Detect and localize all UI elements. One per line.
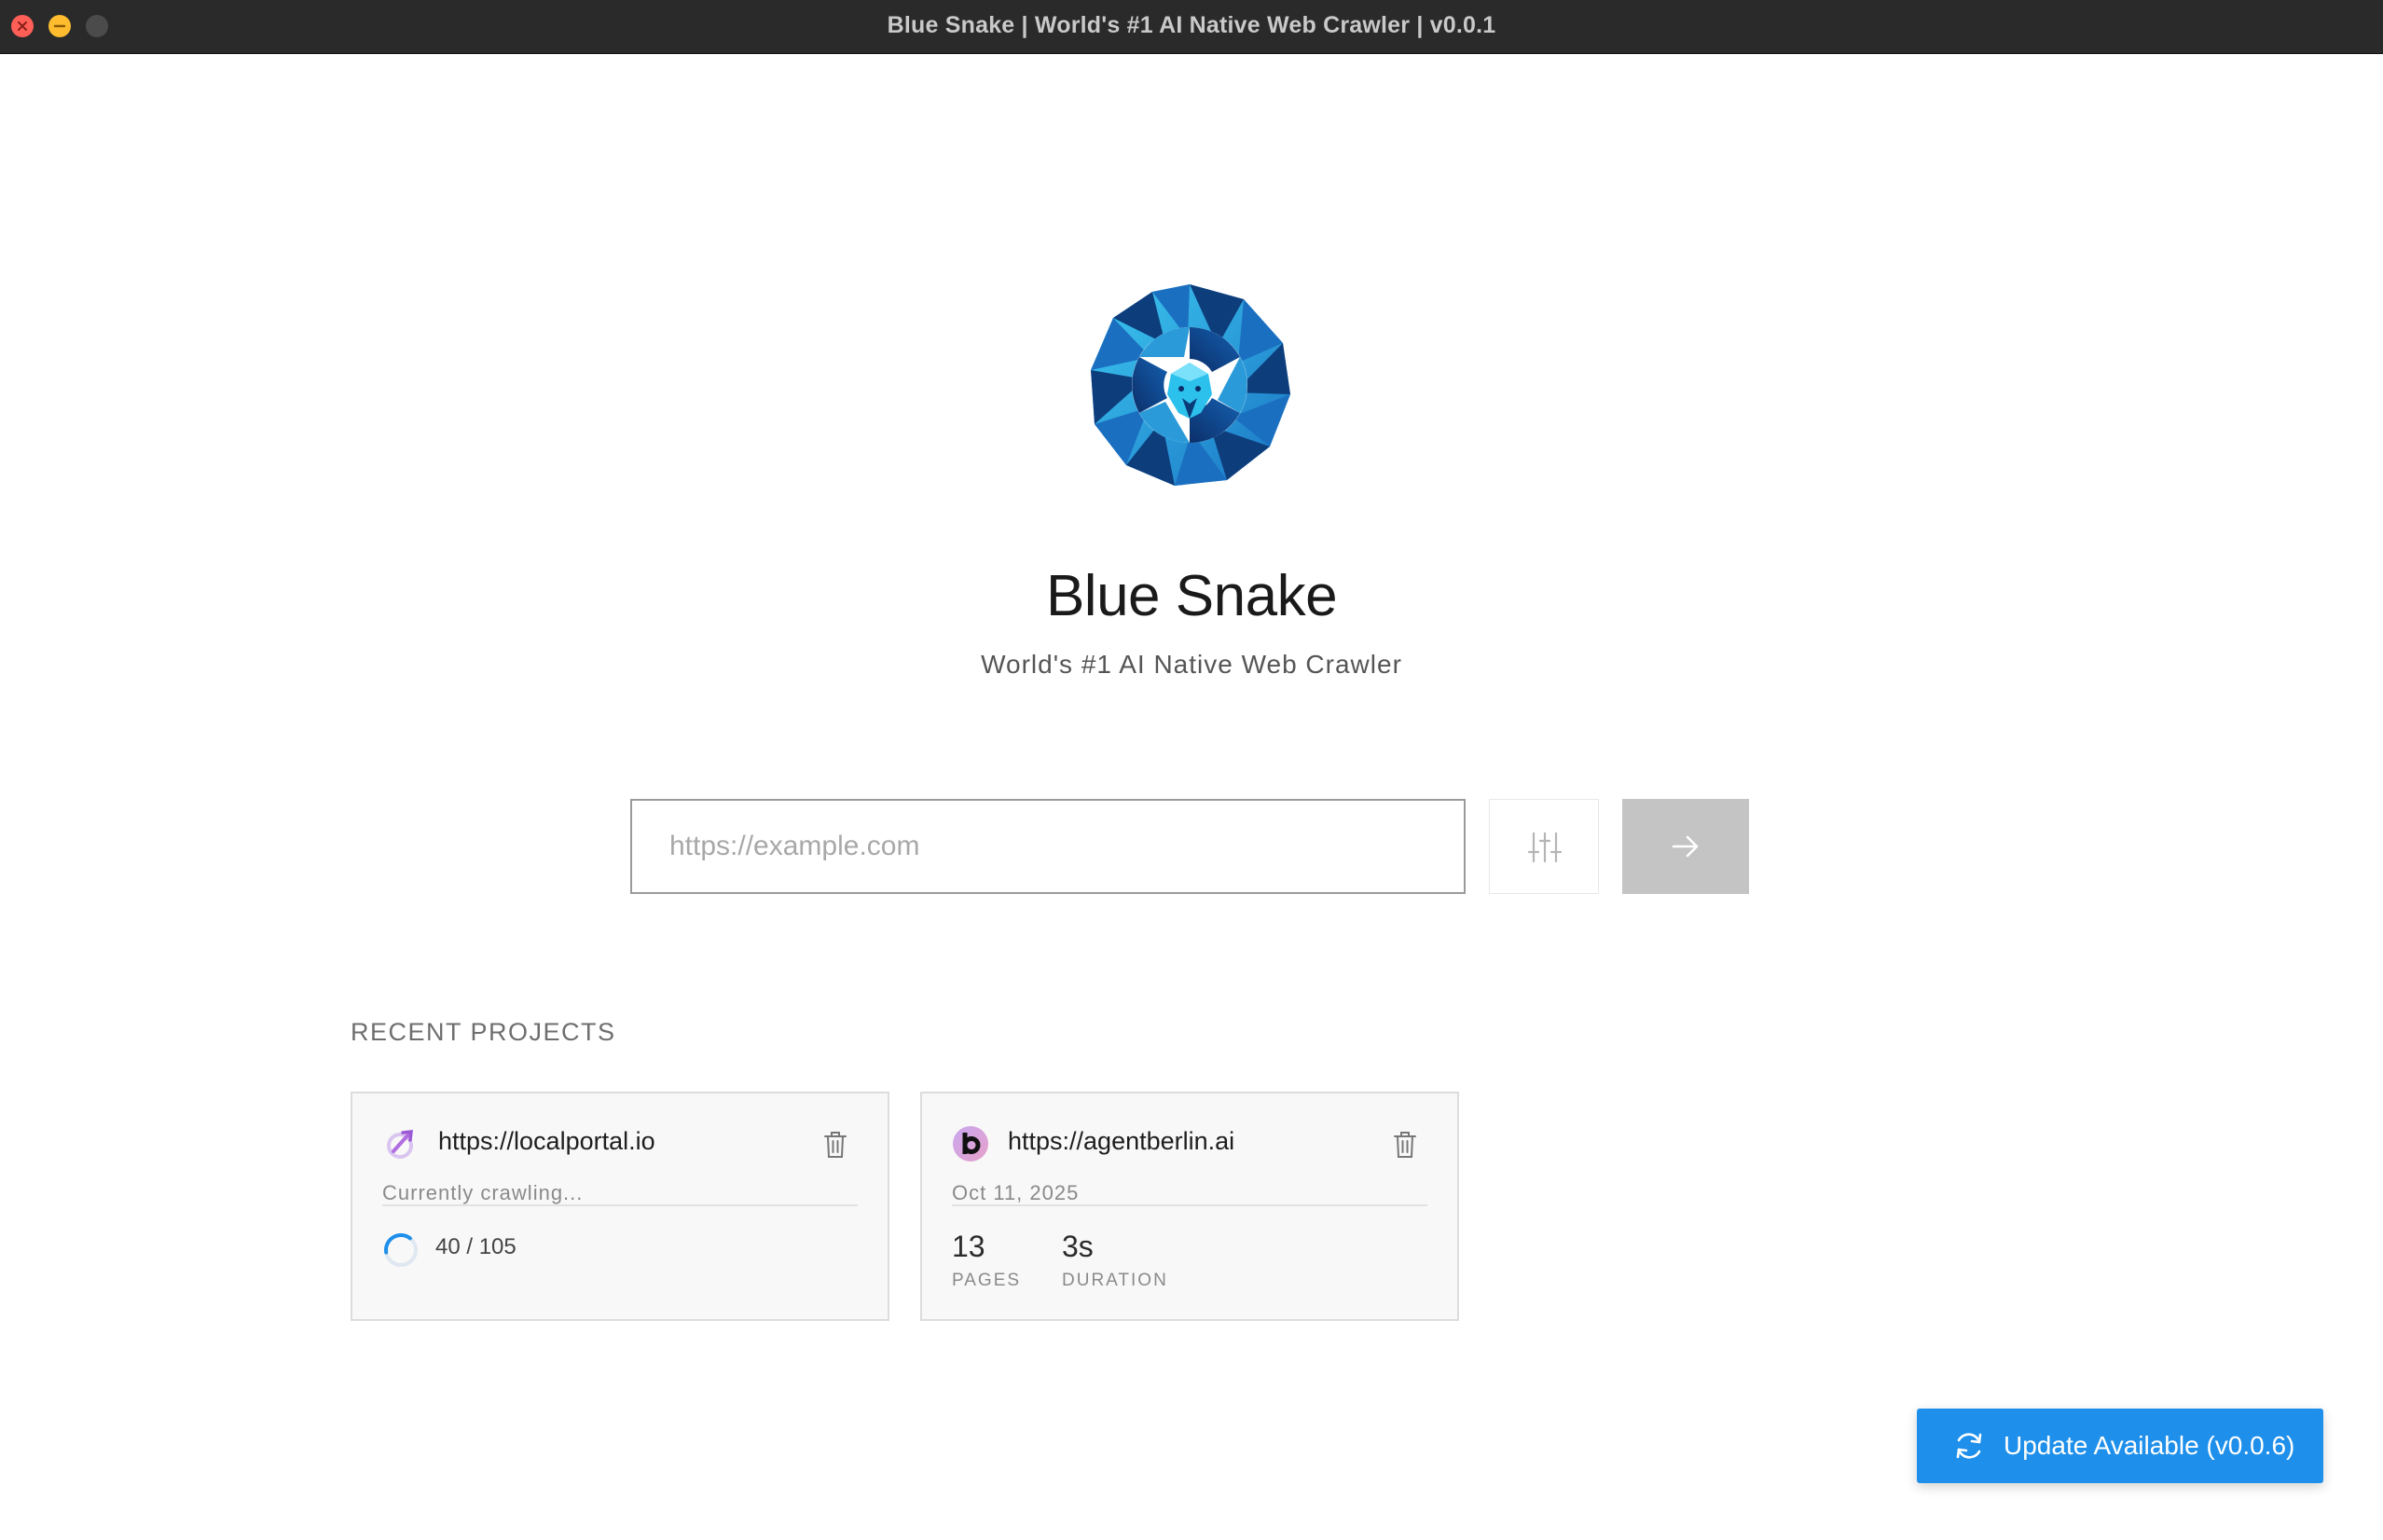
pages-stat: 13 PAGES <box>952 1230 1021 1291</box>
card-divider <box>952 1204 1427 1206</box>
duration-label: DURATION <box>1062 1271 1168 1290</box>
app-tagline: World's #1 AI Native Web Crawler <box>981 650 1402 679</box>
agentberlin-favicon-icon <box>953 1126 988 1162</box>
app-name: Blue Snake <box>1045 564 1338 628</box>
project-url: https://localportal.io <box>438 1127 655 1155</box>
app-window: Blue Snake | World's #1 AI Native Web Cr… <box>0 0 2383 1540</box>
start-crawl-button[interactable] <box>1622 799 1749 894</box>
duration-stat: 3s DURATION <box>1062 1230 1168 1291</box>
crawl-progress: 40 / 105 <box>435 1234 517 1259</box>
crawl-date: Oct 11, 2025 <box>952 1181 1080 1204</box>
arrow-right-icon <box>1672 835 1699 858</box>
recent-projects-heading: RECENT PROJECTS <box>351 1018 616 1046</box>
pages-count: 13 <box>952 1230 985 1263</box>
delete-project-button[interactable] <box>823 1131 847 1159</box>
url-input[interactable] <box>630 799 1466 894</box>
update-label: Update Available (v0.0.6) <box>2004 1431 2295 1460</box>
update-available-button[interactable]: Update Available (v0.0.6) <box>1917 1409 2323 1483</box>
sliders-icon <box>1527 832 1563 863</box>
title-bar: Blue Snake | World's #1 AI Native Web Cr… <box>0 0 2383 54</box>
card-divider <box>382 1204 858 1206</box>
pages-label: PAGES <box>952 1271 1022 1290</box>
project-url: https://agentberlin.ai <box>1008 1127 1235 1155</box>
duration-value: 3s <box>1062 1230 1094 1263</box>
blue-snake-logo-icon <box>1091 284 1290 486</box>
localportal-favicon-icon <box>387 1130 413 1159</box>
project-card[interactable]: https://agentberlin.ai Oct 11, 2025 13 P… <box>920 1092 1459 1321</box>
refresh-icon <box>1956 1433 1982 1459</box>
crawl-status: Currently crawling... <box>382 1181 584 1204</box>
crawl-settings-button[interactable] <box>1489 799 1599 894</box>
project-card[interactable]: https://localportal.io Currently crawlin… <box>351 1092 889 1321</box>
loading-spinner-icon <box>384 1233 418 1267</box>
window-title: Blue Snake | World's #1 AI Native Web Cr… <box>887 12 1496 38</box>
delete-project-button[interactable] <box>1393 1131 1417 1159</box>
